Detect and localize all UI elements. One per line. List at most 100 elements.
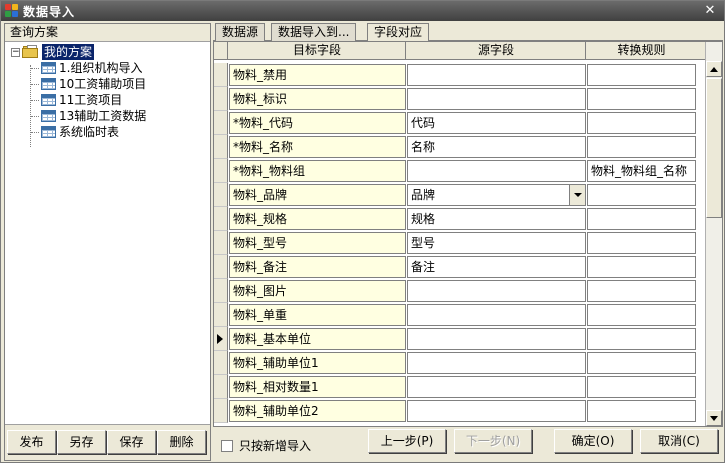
next-step-button[interactable]: 下一步(N) [454, 429, 532, 453]
table-row[interactable]: 物料_型号 型号 [214, 231, 705, 255]
scroll-down-icon[interactable] [706, 410, 722, 426]
row-selector[interactable] [214, 87, 228, 111]
chevron-down-icon[interactable] [569, 185, 585, 205]
row-selector[interactable] [214, 351, 228, 375]
target-field-cell[interactable]: 物料_辅助单位2 [229, 400, 406, 422]
source-field-cell[interactable]: 型号 [407, 232, 586, 254]
target-field-cell[interactable]: 物料_备注 [229, 256, 406, 278]
rule-cell[interactable] [587, 400, 696, 422]
save-button[interactable]: 保存 [107, 430, 156, 454]
table-row[interactable]: 物料_辅助单位1 [214, 351, 705, 375]
target-field-cell[interactable]: 物料_型号 [229, 232, 406, 254]
rule-cell[interactable] [587, 184, 696, 206]
rule-cell[interactable]: 物料_物料组_名称 [587, 160, 696, 182]
rule-cell[interactable] [587, 352, 696, 374]
table-row[interactable]: 物料_备注 备注 [214, 255, 705, 279]
source-field-cell[interactable]: 代码 [407, 112, 586, 134]
tree-item-salary-items[interactable]: 11工资项目 [31, 92, 122, 108]
tab-import-to[interactable]: 数据导入到... [271, 23, 357, 41]
source-field-cell[interactable] [407, 328, 586, 350]
row-selector[interactable] [214, 183, 228, 207]
title-bar[interactable]: 数据导入 ✕ [1, 1, 724, 21]
row-selector[interactable] [214, 303, 228, 327]
rule-cell[interactable] [587, 88, 696, 110]
row-selector[interactable] [214, 159, 228, 183]
tree-root[interactable]: − 我的方案 [11, 44, 95, 60]
table-row[interactable]: 物料_禁用 [214, 63, 705, 87]
tree-item-label[interactable]: 11工资项目 [59, 92, 122, 108]
table-row[interactable]: 物料_相对数量1 [214, 375, 705, 399]
prev-step-button[interactable]: 上一步(P) [368, 429, 446, 453]
table-row[interactable]: 物料_基本单位 [214, 327, 705, 351]
source-field-cell[interactable]: 备注 [407, 256, 586, 278]
target-field-cell[interactable]: *物料_名称 [229, 136, 406, 158]
target-field-cell[interactable]: 物料_标识 [229, 88, 406, 110]
row-selector[interactable] [214, 231, 228, 255]
tree-item-aux-salary-data[interactable]: 13辅助工资数据 [31, 108, 146, 124]
source-field-cell[interactable] [407, 352, 586, 374]
target-field-cell[interactable]: 物料_辅助单位1 [229, 352, 406, 374]
tree-item-label[interactable]: 系统临时表 [59, 124, 119, 140]
ok-button[interactable]: 确定(O) [554, 429, 632, 453]
table-row[interactable]: 物料_图片 [214, 279, 705, 303]
row-selector[interactable] [214, 63, 228, 87]
row-selector[interactable] [214, 207, 228, 231]
save-as-button[interactable]: 另存 [57, 430, 106, 454]
target-field-cell[interactable]: 物料_单重 [229, 304, 406, 326]
tree-item-org-import[interactable]: 1.组织机构导入 [31, 60, 142, 76]
table-row[interactable]: *物料_名称 名称 [214, 135, 705, 159]
current-row-indicator[interactable] [214, 327, 228, 351]
rule-cell[interactable] [587, 112, 696, 134]
target-field-cell[interactable]: 物料_禁用 [229, 64, 406, 86]
new-only-option[interactable]: 只按新增导入 [221, 437, 311, 454]
tab-field-mapping[interactable]: 字段对应 [367, 23, 430, 42]
table-row[interactable]: 物料_辅助单位2 [214, 399, 705, 423]
rule-cell[interactable] [587, 136, 696, 158]
tab-data-source[interactable]: 数据源 [215, 23, 266, 41]
table-row[interactable]: 物料_品牌 品牌 [214, 183, 705, 207]
column-header-target[interactable]: 目标字段 [228, 42, 406, 59]
source-field-cell[interactable]: 规格 [407, 208, 586, 230]
table-row[interactable]: *物料_物料组 物料_物料组_名称 [214, 159, 705, 183]
collapse-icon[interactable]: − [11, 47, 20, 57]
target-field-cell[interactable]: 物料_图片 [229, 280, 406, 302]
delete-button[interactable]: 删除 [157, 430, 206, 454]
rule-cell[interactable] [587, 304, 696, 326]
target-field-cell[interactable]: 物料_基本单位 [229, 328, 406, 350]
table-row[interactable]: 物料_标识 [214, 87, 705, 111]
close-icon[interactable]: ✕ [702, 3, 718, 19]
tree-item-label[interactable]: 10工资辅助项目 [59, 76, 146, 92]
rule-cell[interactable] [587, 376, 696, 398]
rule-cell[interactable] [587, 328, 696, 350]
rule-cell[interactable] [587, 64, 696, 86]
table-row[interactable]: 物料_单重 [214, 303, 705, 327]
rule-cell[interactable] [587, 208, 696, 230]
source-field-cell[interactable] [407, 400, 586, 422]
row-selector[interactable] [214, 399, 228, 423]
tree-item-salary-aux[interactable]: 10工资辅助项目 [31, 76, 146, 92]
rule-cell[interactable] [587, 256, 696, 278]
table-row[interactable]: *物料_代码 代码 [214, 111, 705, 135]
row-selector[interactable] [214, 279, 228, 303]
source-field-cell[interactable] [407, 304, 586, 326]
vertical-scrollbar[interactable] [705, 42, 722, 426]
new-only-checkbox[interactable] [221, 439, 233, 452]
row-selector[interactable] [214, 111, 228, 135]
source-field-cell[interactable] [407, 280, 586, 302]
column-header-rule[interactable]: 转换规则 [586, 42, 696, 59]
target-field-cell[interactable]: *物料_物料组 [229, 160, 406, 182]
tree-item-temp-table[interactable]: 系统临时表 [31, 124, 119, 140]
scroll-thumb[interactable] [706, 78, 722, 218]
source-field-cell[interactable] [407, 64, 586, 86]
row-selector[interactable] [214, 255, 228, 279]
target-field-cell[interactable]: *物料_代码 [229, 112, 406, 134]
tree-root-label[interactable]: 我的方案 [42, 44, 95, 60]
source-field-cell[interactable]: 名称 [407, 136, 586, 158]
row-selector[interactable] [214, 375, 228, 399]
target-field-cell[interactable]: 物料_相对数量1 [229, 376, 406, 398]
rule-cell[interactable] [587, 232, 696, 254]
target-field-cell[interactable]: 物料_规格 [229, 208, 406, 230]
source-field-cell[interactable] [407, 88, 586, 110]
target-field-cell[interactable]: 物料_品牌 [229, 184, 406, 206]
source-field-cell[interactable] [407, 160, 586, 182]
